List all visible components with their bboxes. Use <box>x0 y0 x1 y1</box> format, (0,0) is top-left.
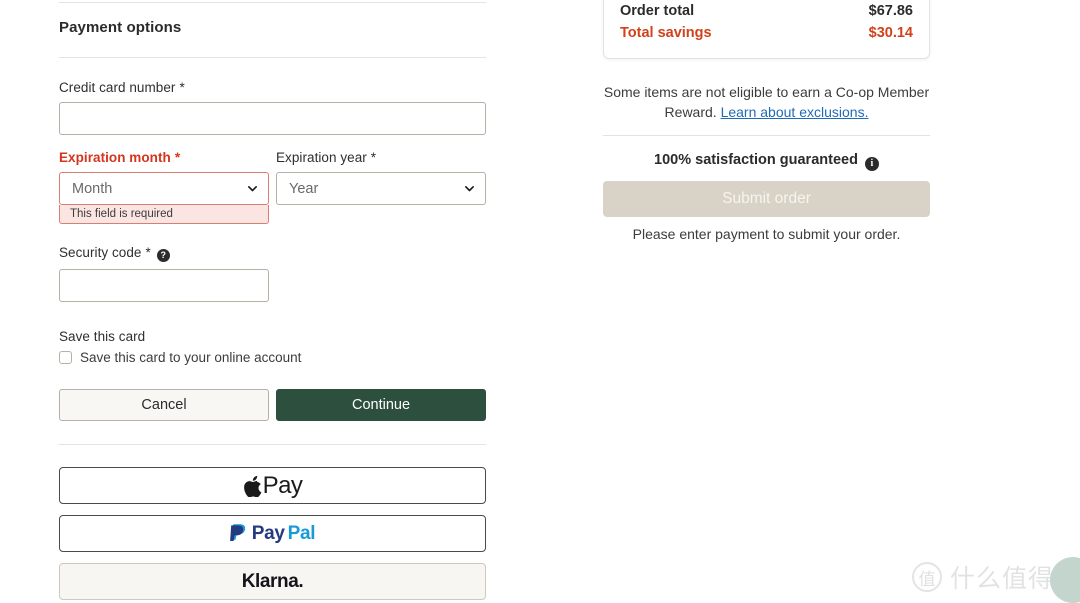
expiration-month-field-group: Expiration month * Month This field is re… <box>59 150 269 224</box>
satisfaction-guarantee: 100% satisfaction guaranteed i <box>603 152 930 171</box>
expiration-month-value: Month <box>72 180 113 197</box>
watermark-text: 什么值得买 <box>949 564 1080 593</box>
credit-card-input[interactable] <box>59 102 486 135</box>
summary-row-order-total: Order total $67.86 <box>620 0 913 22</box>
chevron-down-icon <box>248 186 257 192</box>
paypal-pay-label: Pay <box>251 522 285 544</box>
save-card-checkbox-label: Save this card to your online account <box>80 350 302 365</box>
submit-helper-text: Please enter payment to submit your orde… <box>632 226 901 242</box>
paypal-logo: Pay Pal <box>229 522 316 545</box>
klarna-button[interactable]: Klarna. <box>59 563 486 600</box>
apple-logo-icon <box>243 475 261 497</box>
paypal-pal-label: Pal <box>287 522 316 544</box>
expiration-year-field-group: Expiration year * Year <box>276 150 486 205</box>
security-code-input[interactable] <box>59 268 269 302</box>
security-code-label: Security code *? <box>59 245 269 262</box>
save-card-group: Save this card Save this card to your on… <box>59 329 486 365</box>
paypal-button[interactable]: Pay Pal <box>59 515 486 552</box>
expiration-year-label: Expiration year * <box>276 150 377 165</box>
save-card-checkbox[interactable] <box>59 351 72 364</box>
expiration-year-value: Year <box>289 180 319 197</box>
summary-label: Total savings <box>620 24 712 41</box>
continue-button[interactable]: Continue <box>276 389 486 421</box>
guarantee-text: 100% satisfaction guaranteed <box>654 152 858 168</box>
summary-value: $67.86 <box>868 2 913 19</box>
checkout-payment-page: Payment options Credit card number * Expi… <box>0 0 1080 603</box>
wallets-divider <box>59 444 486 445</box>
cancel-button[interactable]: Cancel <box>59 389 269 421</box>
watermark-circle <box>1050 557 1080 603</box>
exclusion-note: Some items are not eligible to earn a Co… <box>603 82 930 123</box>
apple-pay-logo: Pay <box>243 472 303 500</box>
help-circle-icon[interactable]: ? <box>156 248 170 262</box>
klarna-label: Klarna. <box>241 570 304 592</box>
chevron-down-icon <box>465 186 474 192</box>
summary-row-total-savings: Total savings $30.14 <box>620 22 913 44</box>
security-code-field-group: Security code *? <box>59 245 269 302</box>
top-divider <box>59 2 486 3</box>
title-divider <box>59 57 486 58</box>
page-title: Payment options <box>59 19 182 36</box>
expiration-month-label: Expiration month * <box>59 150 181 165</box>
info-circle-icon[interactable]: i <box>864 156 879 171</box>
learn-about-exclusions-link[interactable]: Learn about exclusions. <box>721 104 869 120</box>
order-summary-card: Estimated taxes? $0.00 Order total $67.8… <box>603 0 930 59</box>
expiration-month-error: This field is required <box>59 205 269 224</box>
expiration-month-select[interactable]: Month <box>59 172 269 205</box>
save-card-group-label: Save this card <box>59 329 146 344</box>
credit-card-field-group: Credit card number * <box>59 80 486 135</box>
summary-label: Order total <box>620 2 695 19</box>
apple-pay-label: Pay <box>262 471 303 499</box>
apple-pay-button[interactable]: Pay <box>59 467 486 504</box>
watermark: 值 什么值得买 <box>911 557 1080 603</box>
watermark-badge-icon: 值 <box>911 562 942 592</box>
submit-order-button[interactable]: Submit order <box>603 181 930 217</box>
credit-card-label: Credit card number * <box>59 80 185 95</box>
save-card-checkbox-row[interactable]: Save this card to your online account <box>59 350 486 365</box>
paypal-logo-icon <box>229 523 245 541</box>
summary-value: $30.14 <box>868 24 913 41</box>
expiration-year-select[interactable]: Year <box>276 172 486 205</box>
summary-divider <box>603 135 930 136</box>
